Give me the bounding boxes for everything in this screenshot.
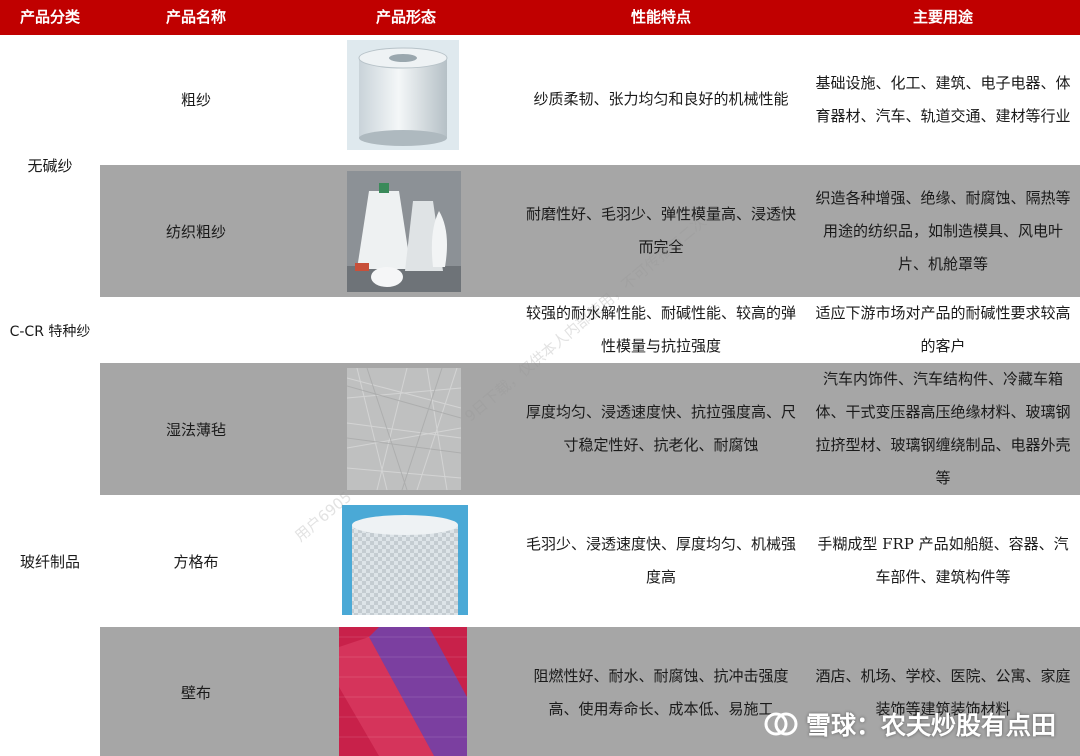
category-fiberglass-products: 玻纤制品	[19, 553, 80, 571]
table-header: 产品分类 产品名称 产品形态 性能特点 主要用途	[0, 0, 1080, 35]
features-cell: 厚度均匀、浸透速度快、抗拉强度高、尺寸稳定性好、抗老化、耐腐蚀	[520, 396, 802, 462]
uses-text: 适应下游市场对产品的耐碱性要求较高的客户	[815, 304, 1071, 355]
features-text: 厚度均匀、浸透速度快、抗拉强度高、尺寸稳定性好、抗老化、耐腐蚀	[525, 403, 796, 454]
brand-text: 雪球：农夫炒股有点田	[805, 711, 1056, 740]
roving-spool-image	[347, 40, 459, 150]
header-uses: 主要用途	[912, 8, 973, 26]
snowball-brand: 雪球：农夫炒股有点田	[764, 706, 1056, 742]
header-features: 性能特点	[630, 8, 691, 26]
features-text: 阻燃性好、耐水、耐腐蚀、抗冲击强度高、使用寿命长、成本低、易施工	[533, 667, 789, 718]
features-cell: 毛羽少、浸透速度快、厚度均匀、机械强度高	[520, 528, 802, 594]
product-name: 壁布	[180, 684, 211, 702]
uses-text: 织造各种增强、绝缘、耐腐蚀、隔热等用途的纺织品，如制造模具、风电叶片、机舱罩等	[815, 189, 1071, 273]
uses-cell: 适应下游市场对产品的耐碱性要求较高的客户	[812, 297, 1074, 363]
uses-cell: 基础设施、化工、建筑、电子电器、体育器材、汽车、轨道交通、建材等行业	[812, 50, 1074, 149]
uses-cell: 汽车内饰件、汽车结构件、冷藏车箱体、干式变压器高压绝缘材料、玻璃钢拉挤型材、玻璃…	[812, 363, 1074, 495]
wall-cloth-image	[339, 627, 467, 756]
wet-mat-image	[347, 368, 461, 490]
textile-roving-cones-image	[347, 171, 461, 292]
uses-text: 基础设施、化工、建筑、电子电器、体育器材、汽车、轨道交通、建材等行业	[815, 73, 1071, 125]
product-name: 纺织粗纱	[165, 223, 226, 241]
uses-cell: 手糊成型 FRP 产品如船艇、容器、汽车部件、建筑构件等	[812, 528, 1074, 594]
header-category: 产品分类	[19, 8, 80, 26]
category-c-cr-yarn: C-CR 特种纱	[9, 324, 91, 340]
category-alkali-free-yarn: 无碱纱	[27, 157, 73, 175]
features-text: 毛羽少、浸透速度快、厚度均匀、机械强度高	[525, 535, 796, 586]
product-name: 湿法薄毡	[165, 421, 226, 439]
uses-text: 手糊成型 FRP 产品如船艇、容器、汽车部件、建筑构件等	[817, 535, 1069, 586]
snowball-logo-icon	[764, 712, 798, 736]
product-name: 方格布	[173, 553, 219, 571]
uses-text: 汽车内饰件、汽车结构件、冷藏车箱体、干式变压器高压绝缘材料、玻璃钢拉挤型材、玻璃…	[815, 370, 1071, 487]
product-name: 粗纱	[180, 91, 211, 109]
header-form: 产品形态	[375, 8, 436, 26]
woven-roving-cloth-image	[342, 505, 468, 615]
features-cell: 纱质柔韧、张力均匀和良好的机械性能	[520, 66, 802, 132]
features-cell: 阻燃性好、耐水、耐腐蚀、抗冲击强度高、使用寿命长、成本低、易施工	[520, 660, 802, 726]
features-text: 纱质柔韧、张力均匀和良好的机械性能	[533, 89, 789, 108]
header-name: 产品名称	[165, 8, 226, 26]
uses-cell: 织造各种增强、绝缘、耐腐蚀、隔热等用途的纺织品，如制造模具、风电叶片、机舱罩等	[812, 182, 1074, 281]
